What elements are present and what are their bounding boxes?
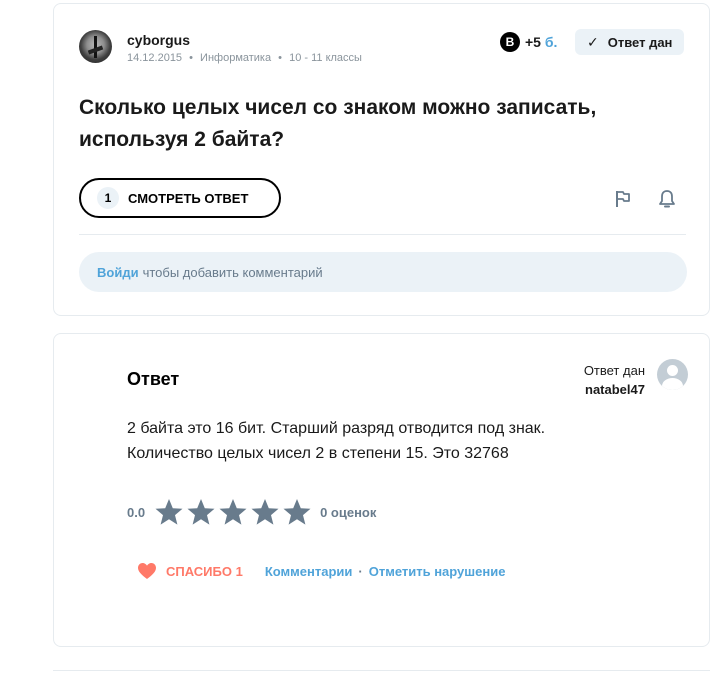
star-icon[interactable] (249, 497, 281, 527)
answer-heading: Ответ (127, 369, 180, 389)
points-badge: B +5 б. (500, 30, 557, 54)
points-value: +5 (525, 34, 541, 50)
add-comment-field[interactable]: Войди чтобы добавить комментарий (79, 252, 687, 292)
divider (53, 670, 710, 671)
answer-text: 2 байта это 16 бит. Старший разряд отвод… (127, 416, 667, 466)
flag-icon[interactable] (611, 187, 635, 211)
grade-label: 10 - 11 классы (289, 52, 362, 64)
answered-by: Ответ дан natabel47 (584, 361, 645, 399)
star-icon[interactable] (217, 497, 249, 527)
rating-row: 0.0 0 оценок (127, 497, 376, 527)
actions-separator: · (358, 563, 363, 579)
star-icon[interactable] (153, 497, 185, 527)
heart-icon (138, 563, 156, 579)
view-answer-label: СМОТРЕТЬ ОТВЕТ (128, 190, 249, 206)
report-link[interactable]: Отметить нарушение (369, 564, 506, 579)
comment-prompt: чтобы добавить комментарий (142, 264, 323, 280)
comments-link[interactable]: Комментарии (265, 564, 353, 579)
answer-text-line: Количество целых чисел 2 в степени 15. Э… (127, 445, 509, 462)
rating-count: 0 оценок (320, 504, 377, 520)
thanks-label: СПАСИБО 1 (166, 563, 243, 579)
star-icon[interactable] (185, 497, 217, 527)
author-name[interactable]: cyborgus (127, 32, 190, 48)
divider (79, 234, 686, 235)
check-icon: ✓ (587, 33, 599, 50)
bell-icon[interactable] (655, 187, 679, 211)
question-date: 14.12.2015 (127, 52, 183, 64)
question-meta: 14.12.2015 • Информатика • 10 - 11 класс… (127, 52, 362, 64)
answer-text-line: 2 байта это 16 бит. Старший разряд отвод… (127, 420, 546, 437)
rating-stars[interactable] (153, 497, 313, 527)
rating-value: 0.0 (127, 504, 146, 520)
answerer-name[interactable]: natabel47 (584, 380, 645, 399)
answer-actions: СПАСИБО 1 Комментарии · Отметить нарушен… (137, 559, 505, 583)
author-avatar[interactable] (79, 30, 112, 63)
answerer-avatar[interactable] (657, 359, 688, 390)
login-link[interactable]: Войди (97, 265, 139, 280)
answered-status-badge: ✓ Ответ дан (575, 29, 685, 55)
question-card: cyborgus 14.12.2015 • Информатика • 10 -… (53, 3, 710, 316)
question-title: Сколько целых чисел со знаком можно запи… (79, 96, 597, 151)
meta-separator: • (278, 52, 283, 64)
brainly-points-icon: B (500, 32, 520, 52)
answered-by-label: Ответ дан (583, 363, 645, 378)
star-icon[interactable] (281, 497, 313, 527)
answered-status-label: Ответ дан (607, 34, 673, 50)
subject-link[interactable]: Информатика (200, 52, 271, 64)
meta-separator: • (189, 52, 193, 64)
answer-count: 1 (97, 187, 119, 209)
points-unit: б. (544, 34, 558, 50)
answer-card: Ответ Ответ дан natabel47 2 байта это 16… (53, 333, 710, 647)
view-answer-button[interactable]: 1 СМОТРЕТЬ ОТВЕТ (79, 178, 281, 218)
thanks-button[interactable]: СПАСИБО 1 (137, 562, 243, 580)
